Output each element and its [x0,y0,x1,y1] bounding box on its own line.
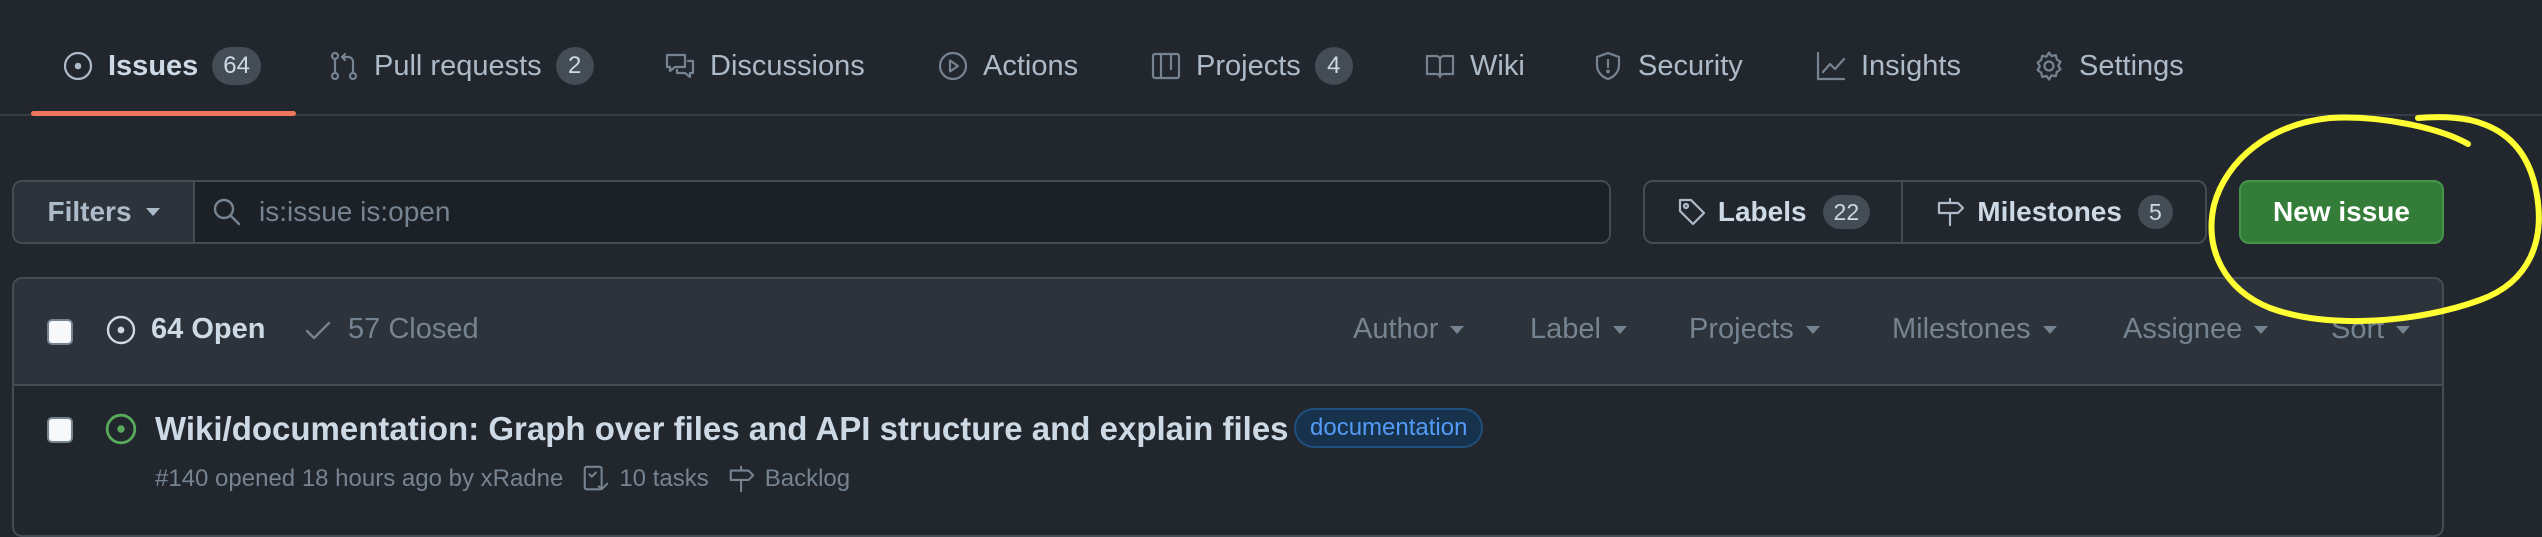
sort-label: Sort [2331,313,2385,345]
milestones-button[interactable]: Milestones 5 [1903,182,2205,242]
new-issue-label: New issue [2273,196,2410,227]
milestones-label: Milestones [1977,196,2122,227]
milestones-counter: 5 [2137,195,2173,229]
tab-wiki[interactable]: Wiki [1424,42,1525,90]
projects-filter-label: Projects [1689,313,1794,345]
milestones-filter-label: Milestones [1892,313,2031,345]
labels-counter: 22 [1822,195,1871,229]
tab-label: Actions [983,49,1079,82]
labels-button[interactable]: Labels 22 [1645,182,1903,242]
tab-label: Pull requests [374,49,542,82]
issue-opened-icon [104,412,138,446]
issue-opened-icon [106,315,136,344]
caret-down-icon [1805,325,1820,334]
issue-milestone-link[interactable]: Backlog [727,464,850,494]
open-count-label: 64 Open [151,313,266,345]
tab-insights[interactable]: Insights [1815,42,1961,90]
closed-count-label: 57 Closed [348,313,479,345]
issues-search-box [195,182,1609,242]
checklist-icon [584,465,609,491]
filters-label: Filters [47,196,132,227]
play-icon [938,51,968,81]
caret-down-icon [145,208,160,216]
caret-down-icon [1450,325,1465,334]
issue-row: Wiki/documentation: Graph over files and… [14,386,2442,535]
graph-icon [1816,51,1846,81]
author-filter-label: Author [1353,313,1439,345]
milestones-filter-dropdown[interactable]: Milestones [1892,313,2057,346]
book-icon [1425,54,1455,79]
gear-icon [2036,51,2062,81]
tab-label: Issues [108,49,199,82]
projects-filter-dropdown[interactable]: Projects [1689,313,1820,346]
tab-label: Projects [1196,49,1301,82]
labels-milestones-group: Labels 22 Milestones 5 [1643,180,2207,244]
selected-tab-underline [31,111,296,116]
issue-tasks-label: 10 tasks [619,465,709,492]
issues-list: 64 Open 57 Closed Author Label Projects … [12,277,2444,537]
tab-label: Wiki [1470,49,1525,82]
repo-nav-tabs: Issues 64 Pull requests 2 Discussions Ac… [0,0,2542,116]
assignee-filter-label: Assignee [2123,313,2243,345]
tab-security[interactable]: Security [1592,42,1743,90]
milestone-icon [1938,197,1965,227]
caret-down-icon [2396,325,2411,334]
git-pull-request-icon [330,51,358,81]
issue-milestone-label: Backlog [764,465,851,492]
tab-label: Settings [2079,49,2184,82]
caret-down-icon [2254,325,2269,334]
issue-tasks: 10 tasks [581,464,709,494]
tag-icon [1678,198,1705,226]
tab-label: Security [1638,49,1743,82]
issue-select-checkbox[interactable] [47,417,73,443]
comment-discussion-icon [665,53,695,79]
search-icon [213,198,241,226]
select-all-checkbox[interactable] [47,319,73,345]
issue-opened-icon [63,51,93,81]
tab-discussions[interactable]: Discussions [664,42,865,90]
table-icon [1151,52,1181,80]
tab-counter: 4 [1314,47,1353,85]
issue-meta: #140 opened 18 hours ago by xRadne 10 ta… [155,464,850,494]
tab-counter: 64 [212,47,261,85]
milestone-icon [729,465,754,493]
assignee-filter-dropdown[interactable]: Assignee [2123,313,2269,346]
sort-dropdown[interactable]: Sort [2331,313,2411,346]
label-filter-dropdown[interactable]: Label [1530,313,1627,346]
tab-counter: 2 [555,47,594,85]
caret-down-icon [1612,325,1627,334]
issues-list-header: 64 Open 57 Closed Author Label Projects … [14,279,2442,386]
label-filter-label: Label [1530,313,1601,345]
issue-title-link[interactable]: Wiki/documentation: Graph over files and… [155,410,1289,448]
filters-dropdown-button[interactable]: Filters [14,182,195,242]
author-filter-dropdown[interactable]: Author [1353,313,1465,346]
tab-projects[interactable]: Projects 4 [1150,42,1353,90]
labels-label: Labels [1717,196,1807,227]
open-issues-link[interactable]: 64 Open [105,313,265,346]
tab-pull-requests[interactable]: Pull requests 2 [328,42,594,90]
issue-label-badge[interactable]: documentation [1294,408,1484,448]
tab-label: Insights [1861,49,1961,82]
tab-actions[interactable]: Actions [937,42,1078,90]
shield-icon [1595,51,1621,81]
issues-filter-group: Filters [12,180,1611,244]
closed-issues-link[interactable]: 57 Closed [302,313,479,346]
issue-opened-info: #140 opened 18 hours ago by xRadne [155,465,564,492]
tab-label: Discussions [710,49,865,82]
new-issue-button[interactable]: New issue [2239,180,2444,244]
caret-down-icon [2042,325,2057,334]
tab-issues[interactable]: Issues 64 [62,42,261,90]
check-icon [305,321,331,339]
tab-settings[interactable]: Settings [2033,42,2184,90]
issues-search-input[interactable] [257,195,1609,229]
